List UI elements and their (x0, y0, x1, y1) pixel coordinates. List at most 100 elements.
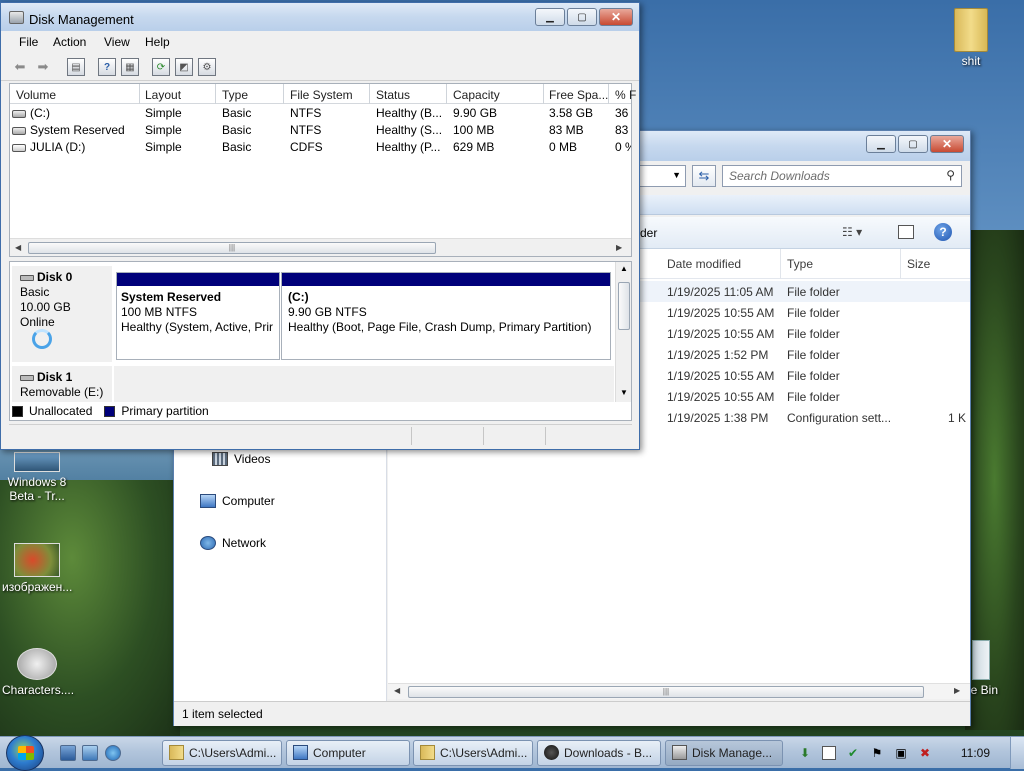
taskbar-button-disk-management[interactable]: Disk Manage... (665, 740, 783, 766)
desktop-icon-image[interactable]: изображен... (2, 543, 72, 594)
scroll-left-icon[interactable]: ◀ (394, 686, 400, 695)
column-header-capacity[interactable]: Capacity (453, 88, 500, 102)
scrollbar-thumb[interactable] (618, 282, 630, 330)
refresh-button[interactable]: ⇆ (692, 165, 716, 187)
folder-icon (420, 745, 435, 760)
column-header-type[interactable]: Type (787, 257, 813, 271)
volume-file-system: NTFS (290, 123, 322, 137)
start-button[interactable] (6, 735, 44, 771)
computer-icon (200, 494, 216, 508)
taskbar-button-users-folder-2[interactable]: C:\Users\Admi... (413, 740, 533, 766)
close-button[interactable]: ✕ (930, 135, 964, 153)
scroll-up-icon[interactable]: ▲ (620, 264, 628, 273)
scroll-right-icon[interactable]: ▶ (616, 243, 622, 252)
help-icon[interactable]: ? (98, 58, 116, 76)
column-header-volume[interactable]: Volume (16, 88, 56, 102)
help-icon[interactable]: ? (934, 223, 952, 241)
volume-muted-icon[interactable]: ✖ (918, 746, 932, 760)
column-header-free-space[interactable]: Free Spa... (549, 88, 608, 102)
taskbar-button-computer[interactable]: Computer (286, 740, 410, 766)
column-header-layout[interactable]: Layout (145, 88, 181, 102)
scroll-down-icon[interactable]: ▼ (620, 388, 628, 397)
menu-action[interactable]: Action (53, 35, 86, 49)
desktop-icon-shit[interactable]: shit (936, 8, 1006, 68)
volume-row[interactable]: (C:) Simple Basic NTFS Healthy (B... 9.9… (10, 105, 631, 122)
menu-help[interactable]: Help (145, 35, 170, 49)
volume-row[interactable]: JULIA (D:) Simple Basic CDFS Healthy (P.… (10, 139, 631, 156)
nav-item-computer[interactable]: Computer (200, 494, 275, 508)
folder-icon (954, 8, 988, 52)
partition-system-reserved[interactable]: System Reserved 100 MB NTFS Healthy (Sys… (116, 272, 280, 360)
views-icon[interactable]: ☷ ▾ (842, 225, 862, 239)
horizontal-scrollbar[interactable]: ◀ ||| ▶ (388, 683, 970, 699)
volume-layout: Simple (145, 140, 182, 154)
search-placeholder: Search Downloads (729, 169, 830, 183)
command-bar-new-folder[interactable]: der (640, 226, 657, 240)
column-header-percent-free[interactable]: % F (615, 88, 636, 102)
column-header-status[interactable]: Status (376, 88, 410, 102)
settings-icon[interactable]: ⚙ (198, 58, 216, 76)
action-center-flag-icon[interactable]: ⚑ (870, 746, 884, 760)
vertical-scrollbar[interactable]: ▲ ▼ (615, 262, 631, 402)
chevron-down-icon[interactable]: ▼ (672, 170, 681, 180)
file-type: File folder (787, 306, 840, 320)
taskbar-button-label: C:\Users\Admi... (440, 746, 528, 760)
desktop-icon-windows8[interactable]: Windows 8 Beta - Tr... (2, 452, 72, 503)
search-icon[interactable]: ⚲ (946, 168, 955, 182)
maximize-button[interactable]: ▢ (898, 135, 928, 153)
nav-item-videos[interactable]: Videos (212, 452, 270, 466)
column-header-size[interactable]: Size (907, 257, 930, 271)
nav-item-network[interactable]: Network (200, 536, 266, 550)
internet-explorer-icon[interactable] (105, 745, 121, 761)
security-shield-icon[interactable]: ✔ (846, 746, 860, 760)
close-button[interactable]: ✕ (599, 8, 633, 26)
network-tray-icon[interactable]: ▣ (894, 746, 908, 760)
scroll-left-icon[interactable]: ◀ (15, 243, 21, 252)
column-header-type[interactable]: Type (222, 88, 248, 102)
download-icon[interactable]: ⬇ (798, 746, 812, 760)
menu-view[interactable]: View (104, 35, 130, 49)
clock[interactable]: 11:09 (961, 746, 990, 760)
maximize-button[interactable]: ▢ (567, 8, 597, 26)
partition-size: 9.90 GB NTFS (288, 305, 367, 319)
desktop-icon-recycle-bin[interactable]: cle Bin (962, 640, 1022, 697)
properties-icon[interactable]: ▦ (121, 58, 139, 76)
back-arrow-icon[interactable]: ⬅ (11, 58, 29, 76)
horizontal-scrollbar[interactable]: ◀ ||| ▶ (10, 238, 631, 256)
nav-item-label: Network (222, 536, 267, 550)
refresh-icon[interactable]: ⟳ (152, 58, 170, 76)
disk-management-titlebar[interactable]: Disk Management ▁ ▢ ✕ (1, 3, 639, 31)
rescan-disks-icon[interactable]: ◩ (175, 58, 193, 76)
scroll-right-icon[interactable]: ▶ (954, 686, 960, 695)
volume-list-header: Volume Layout Type File System Status Ca… (10, 84, 636, 104)
disk-management-window[interactable]: Disk Management ▁ ▢ ✕ File Action View H… (0, 2, 640, 450)
desktop-icon-characters[interactable]: Characters.... (2, 648, 74, 697)
column-header-date[interactable]: Date modified (667, 257, 741, 271)
partition-c[interactable]: (C:) 9.90 GB NTFS Healthy (Boot, Page Fi… (281, 272, 611, 360)
browser-icon (544, 745, 559, 760)
document-icon[interactable] (822, 746, 836, 760)
minimize-button[interactable]: ▁ (535, 8, 565, 26)
disk-1-label[interactable]: Disk 1 Removable (E:) (12, 366, 112, 402)
disk-0-label[interactable]: Disk 0 Basic 10.00 GB Online (12, 266, 112, 362)
taskbar-button-label: Computer (313, 746, 366, 760)
taskbar-button-users-folder-1[interactable]: C:\Users\Admi... (162, 740, 282, 766)
desktop-icon-label: cle Bin (962, 683, 999, 697)
disk-1-media-area[interactable] (114, 366, 614, 402)
menu-file[interactable]: File (19, 35, 38, 49)
desktop-icon-label: Windows 8 Beta - Tr... (7, 475, 67, 503)
console-tree-icon[interactable]: ▤ (67, 58, 85, 76)
search-input[interactable]: Search Downloads ⚲ (722, 165, 962, 187)
show-desktop-button[interactable] (1010, 737, 1024, 769)
preview-pane-icon[interactable] (898, 225, 914, 239)
column-header-file-system[interactable]: File System (290, 88, 353, 102)
forward-arrow-icon[interactable]: ➡ (34, 58, 52, 76)
switch-windows-icon[interactable] (82, 745, 98, 761)
minimize-button[interactable]: ▁ (866, 135, 896, 153)
show-desktop-icon[interactable] (60, 745, 76, 761)
scrollbar-thumb[interactable]: ||| (408, 686, 924, 698)
file-date: 1/19/2025 10:55 AM (667, 369, 775, 383)
scrollbar-thumb[interactable]: ||| (28, 242, 436, 254)
volume-row[interactable]: System Reserved Simple Basic NTFS Health… (10, 122, 631, 139)
taskbar-button-downloads[interactable]: Downloads - B... (537, 740, 661, 766)
